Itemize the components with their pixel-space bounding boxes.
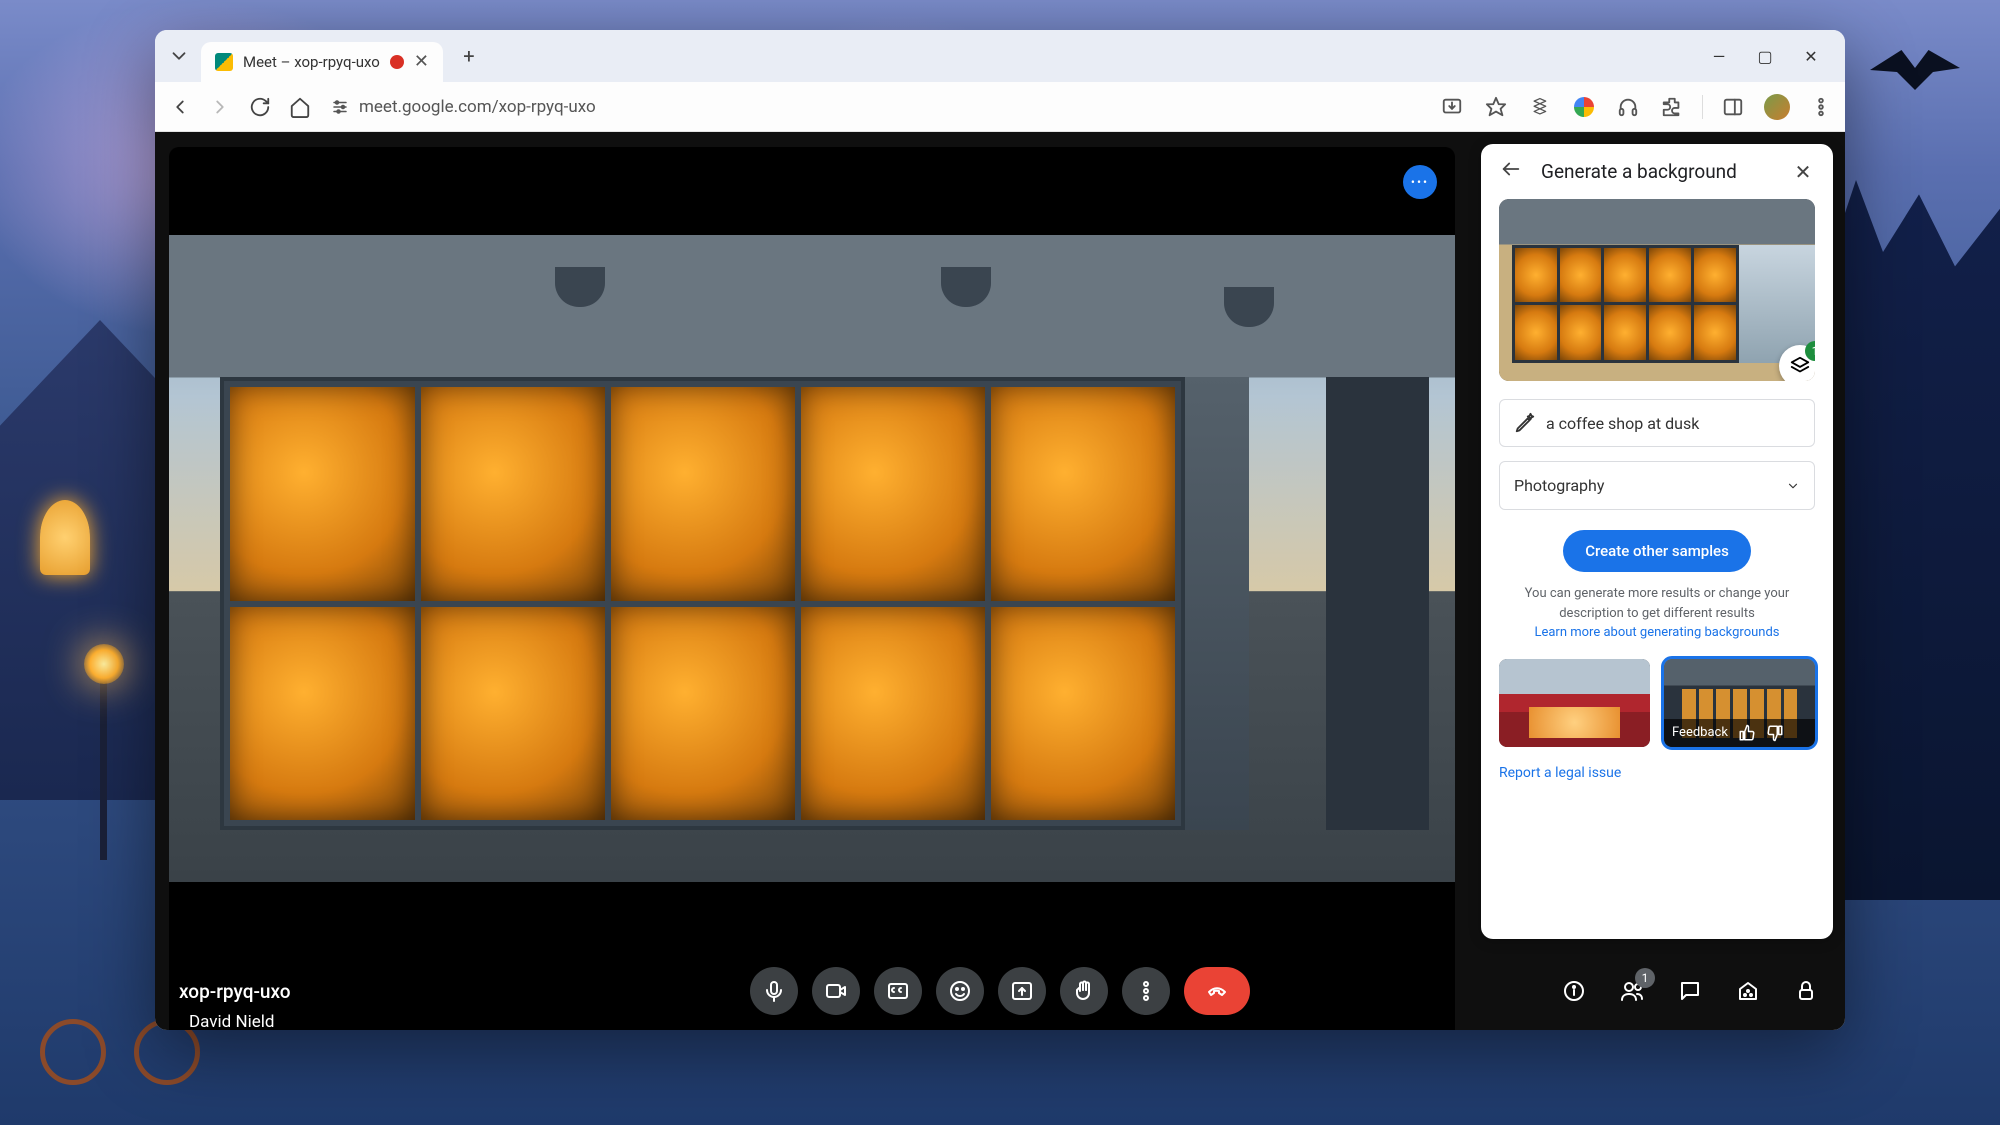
create-samples-button[interactable]: Create other samples (1563, 530, 1751, 572)
meeting-info-button[interactable] (1559, 976, 1589, 1006)
more-options-button[interactable] (1122, 967, 1170, 1015)
call-bottom-bar: xop-rpyq-uxo 1 (155, 952, 1845, 1030)
chat-button[interactable] (1675, 976, 1705, 1006)
panel-back-button[interactable] (1499, 158, 1523, 185)
new-tab-button[interactable]: + (453, 40, 485, 72)
style-select[interactable]: Photography (1499, 461, 1815, 510)
right-controls: 1 (1559, 976, 1821, 1006)
activities-button[interactable] (1733, 976, 1763, 1006)
feedback-bar: Feedback (1664, 719, 1815, 747)
thumbs-down-icon[interactable] (1766, 724, 1784, 742)
layers-chip[interactable]: 1 (1779, 345, 1815, 381)
panel-title: Generate a background (1541, 160, 1773, 183)
sample-thumbnail-1[interactable] (1499, 659, 1650, 747)
panel-close-button[interactable]: ✕ (1791, 160, 1815, 184)
thumbs-up-icon[interactable] (1738, 724, 1756, 742)
tab-title: Meet – xop-rpyq-uxo (243, 53, 380, 71)
profile-avatar[interactable] (1763, 93, 1791, 121)
tab-search-button[interactable] (163, 40, 195, 72)
browser-tab[interactable]: Meet – xop-rpyq-uxo ✕ (201, 42, 443, 82)
url-text: meet.google.com/xop-rpyq-uxo (359, 97, 596, 117)
browser-menu-icon[interactable] (1807, 93, 1835, 121)
self-video-tile: ••• David Nield (169, 147, 1455, 1030)
generate-background-panel: Generate a background ✕ 1 a coffee shop … (1481, 144, 1833, 939)
extension-color-icon[interactable] (1570, 93, 1598, 121)
people-button[interactable]: 1 (1617, 976, 1647, 1006)
background-preview[interactable]: 1 (1499, 199, 1815, 381)
separator (1702, 95, 1703, 119)
tab-close-button[interactable]: ✕ (414, 53, 429, 71)
maximize-button[interactable]: ▢ (1755, 47, 1775, 66)
extensions-icon[interactable] (1658, 93, 1686, 121)
sample-thumbnail-2-selected[interactable]: Feedback (1664, 659, 1815, 747)
titlebar: Meet – xop-rpyq-uxo ✕ + — ▢ ✕ (155, 30, 1845, 82)
feedback-label: Feedback (1672, 725, 1728, 740)
meet-favicon-icon (215, 53, 233, 71)
recording-indicator-icon (390, 55, 404, 69)
home-button[interactable] (285, 92, 315, 122)
back-button[interactable] (165, 92, 195, 122)
close-window-button[interactable]: ✕ (1801, 47, 1821, 66)
learn-more-link[interactable]: Learn more about generating backgrounds (1534, 625, 1779, 640)
chevron-down-icon (1786, 479, 1800, 493)
video-background-image (169, 235, 1455, 882)
tile-options-button[interactable]: ••• (1403, 165, 1437, 199)
raise-hand-button[interactable] (1060, 967, 1108, 1015)
install-app-icon[interactable] (1438, 93, 1466, 121)
mic-button[interactable] (750, 967, 798, 1015)
meet-content: ••• David Nield Generate a background ✕ … (155, 132, 1845, 1030)
captions-button[interactable] (874, 967, 922, 1015)
extension-buffer-icon[interactable] (1526, 93, 1554, 121)
site-settings-icon (331, 98, 349, 116)
address-bar: meet.google.com/xop-rpyq-uxo (155, 82, 1845, 132)
forward-button[interactable] (205, 92, 235, 122)
meeting-code: xop-rpyq-uxo (179, 980, 291, 1003)
url-field[interactable]: meet.google.com/xop-rpyq-uxo (331, 97, 596, 117)
bookmark-icon[interactable] (1482, 93, 1510, 121)
participants-badge: 1 (1635, 968, 1655, 988)
prompt-text: a coffee shop at dusk (1546, 414, 1699, 433)
preview-image (1499, 199, 1815, 381)
extension-headphones-icon[interactable] (1614, 93, 1642, 121)
report-legal-link[interactable]: Report a legal issue (1499, 765, 1815, 781)
call-controls (750, 967, 1250, 1015)
prompt-input[interactable]: a coffee shop at dusk (1499, 399, 1815, 447)
end-call-button[interactable] (1184, 967, 1250, 1015)
reload-button[interactable] (245, 92, 275, 122)
sidepanel-icon[interactable] (1719, 93, 1747, 121)
hint-text: You can generate more results or change … (1499, 584, 1815, 643)
minimize-button[interactable]: — (1709, 47, 1729, 66)
reactions-button[interactable] (936, 967, 984, 1015)
host-controls-button[interactable] (1791, 976, 1821, 1006)
present-button[interactable] (998, 967, 1046, 1015)
camera-button[interactable] (812, 967, 860, 1015)
window-controls: — ▢ ✕ (1709, 47, 1837, 66)
style-value: Photography (1514, 476, 1604, 495)
sparkle-pencil-icon (1514, 412, 1536, 434)
sample-row: Feedback (1499, 659, 1815, 747)
browser-window: Meet – xop-rpyq-uxo ✕ + — ▢ ✕ meet.googl… (155, 30, 1845, 1030)
